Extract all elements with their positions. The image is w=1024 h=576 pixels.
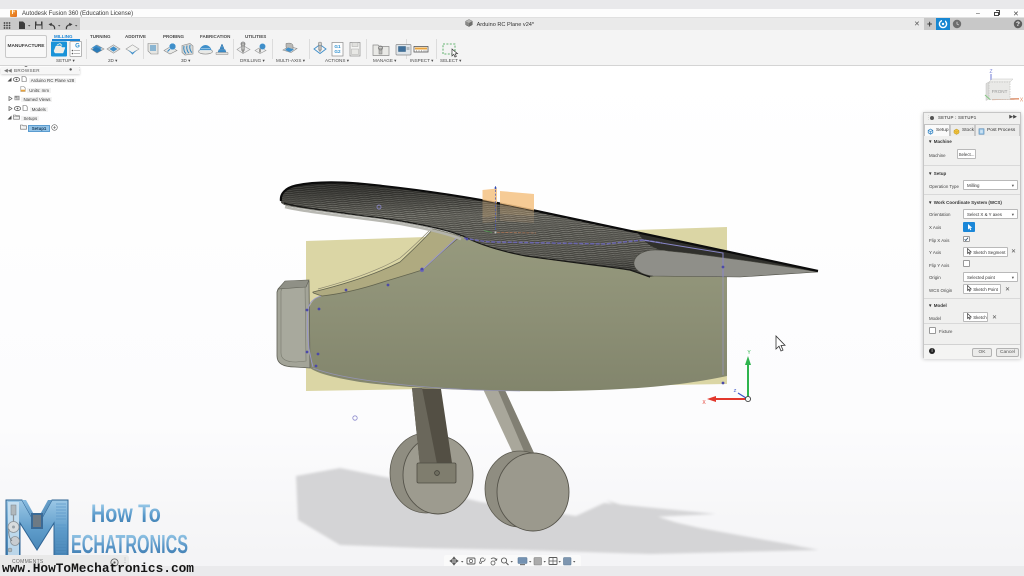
svg-text:G: G [75,43,80,49]
svg-text:X: X [1020,98,1024,104]
svg-text:X: X [702,400,706,406]
svg-text:Z: Z [734,388,737,393]
svg-text:Z: Z [989,69,992,75]
svg-text:G2: G2 [334,49,341,54]
svg-text:FRONT: FRONT [992,89,1008,94]
svg-text:Y: Y [747,350,751,356]
svg-text:?: ? [1016,21,1020,28]
